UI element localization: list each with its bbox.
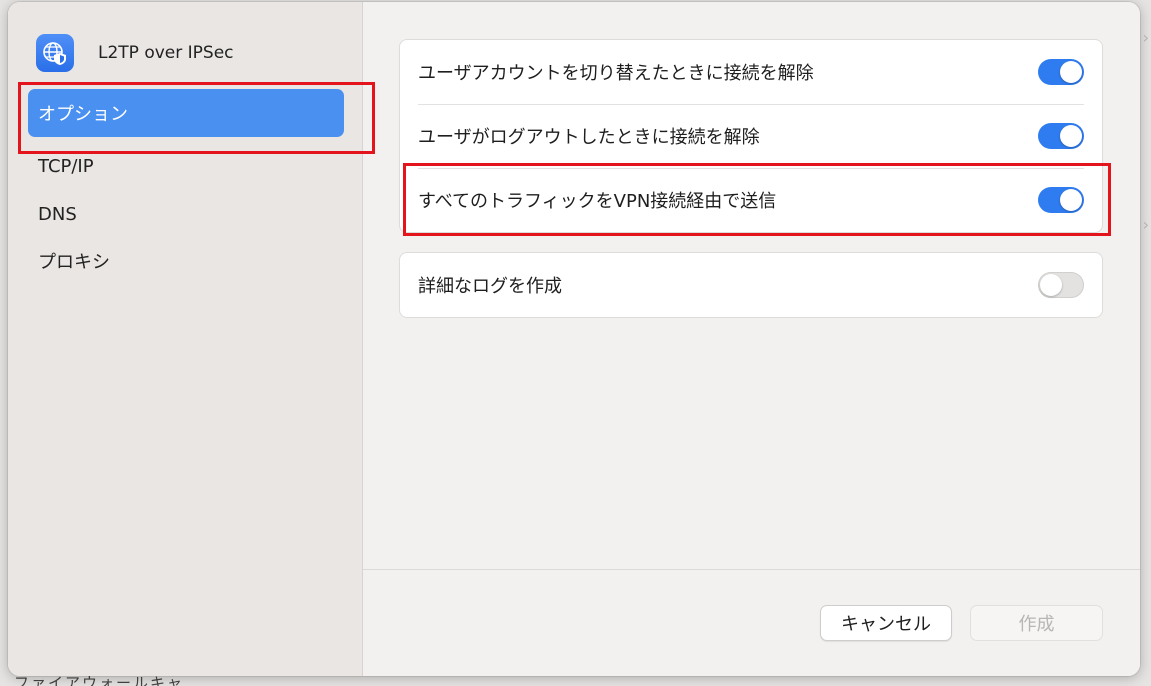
chevron-right-icon: ›: [1142, 215, 1149, 234]
sidebar: L2TP over IPSec オプション TCP/IP DNS プロキシ: [8, 2, 363, 676]
sidebar-item-dns[interactable]: DNS: [28, 190, 344, 238]
sidebar-item-label: TCP/IP: [38, 155, 94, 177]
sidebar-item-label: オプション: [38, 104, 128, 125]
disconnect-on-user-switch-toggle[interactable]: [1038, 59, 1084, 85]
option-row-verbose-logging: 詳細なログを作成: [400, 253, 1102, 317]
sidebar-title: L2TP over IPSec: [98, 43, 234, 63]
toggle-knob: [1040, 274, 1062, 296]
options-group-primary: ユーザアカウントを切り替えたときに接続を解除 ユーザがログアウトしたときに接続を…: [399, 39, 1103, 233]
toggle-knob: [1060, 125, 1082, 147]
option-label: ユーザがログアウトしたときに接続を解除: [418, 127, 760, 148]
option-row-send-all-traffic: すべてのトラフィックをVPN接続経由で送信: [400, 168, 1102, 232]
verbose-logging-toggle[interactable]: [1038, 272, 1084, 298]
cancel-button[interactable]: キャンセル: [820, 605, 952, 641]
globe-shield-icon: [36, 34, 74, 72]
toggle-knob: [1060, 61, 1082, 83]
sidebar-item-proxy[interactable]: プロキシ: [28, 237, 344, 285]
option-label: 詳細なログを作成: [418, 276, 562, 297]
sidebar-header: L2TP over IPSec: [36, 34, 234, 72]
sidebar-item-tcpip[interactable]: TCP/IP: [28, 142, 344, 190]
create-button[interactable]: 作成: [970, 605, 1103, 641]
send-all-traffic-toggle[interactable]: [1038, 187, 1084, 213]
sidebar-item-label: プロキシ: [38, 252, 110, 273]
option-label: ユーザアカウントを切り替えたときに接続を解除: [418, 63, 814, 84]
options-panel: ユーザアカウントを切り替えたときに接続を解除 ユーザがログアウトしたときに接続を…: [363, 2, 1140, 676]
toggle-knob: [1060, 189, 1082, 211]
option-row-disconnect-on-logout: ユーザがログアウトしたときに接続を解除: [400, 104, 1102, 168]
option-label: すべてのトラフィックをVPN接続経由で送信: [418, 191, 777, 212]
sidebar-item-label: DNS: [38, 203, 77, 225]
sidebar-item-options[interactable]: オプション: [28, 89, 344, 137]
footer-divider: [363, 569, 1140, 570]
option-row-disconnect-on-user-switch: ユーザアカウントを切り替えたときに接続を解除: [400, 40, 1102, 104]
disconnect-on-logout-toggle[interactable]: [1038, 123, 1084, 149]
vpn-options-sheet: L2TP over IPSec オプション TCP/IP DNS プロキシ ユー…: [8, 2, 1140, 676]
chevron-right-icon: ›: [1142, 28, 1149, 47]
options-group-logging: 詳細なログを作成: [399, 252, 1103, 318]
